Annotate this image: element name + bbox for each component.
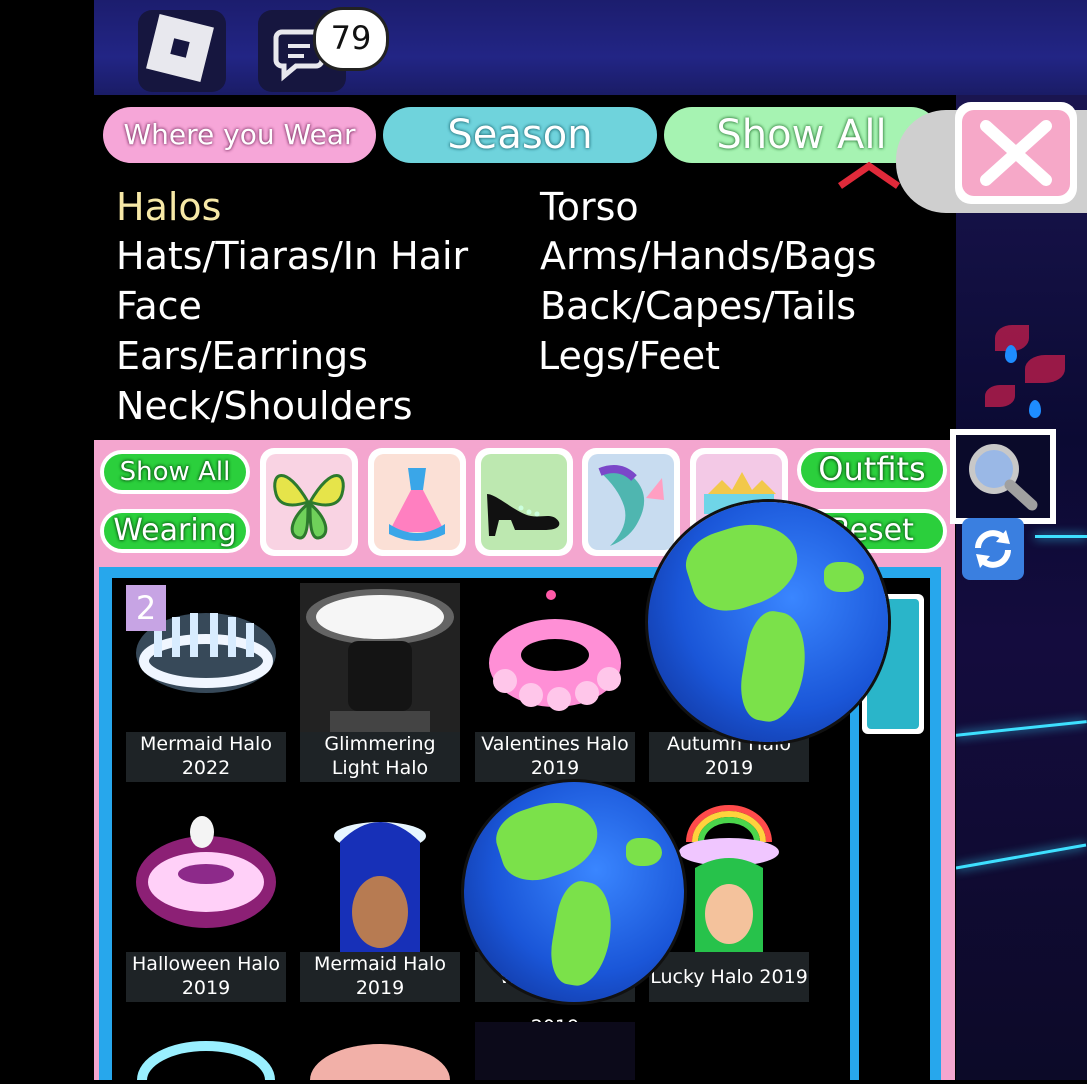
game-viewport-side (955, 95, 1087, 1080)
category-halos[interactable]: Halos (116, 185, 221, 229)
globe-icon (648, 502, 888, 742)
where-you-wear-filter[interactable]: Where you Wear (103, 107, 376, 163)
wings-category-tile[interactable] (260, 448, 358, 556)
item-label-halloween-halo-2019: Halloween Halo 2019 (126, 952, 286, 1002)
category-face[interactable]: Face (116, 284, 202, 328)
item-label-glimmering-light-halo: Glimmering Light Halo (300, 732, 460, 782)
item-image-valentines-halo-2019[interactable] (475, 583, 635, 733)
mermaid-tail-icon (598, 465, 664, 546)
shoes-category-tile[interactable] (475, 448, 573, 556)
wearing-button[interactable]: Wearing (100, 509, 250, 553)
category-ears-earrings[interactable]: Ears/Earrings (116, 334, 368, 378)
page-number-badge: 2 (126, 585, 166, 631)
dress-category-tile[interactable] (368, 448, 466, 556)
butterfly-wings-icon (273, 474, 345, 540)
item-label-mermaid-halo-2022: Mermaid Halo 2022 (126, 732, 286, 782)
search-icon (969, 444, 1038, 511)
item-image-halloween-halo-2019[interactable] (126, 802, 286, 952)
category-neck-shoulders[interactable]: Neck/Shoulders (116, 384, 413, 428)
game-viewport-top (94, 0, 1087, 95)
close-icon[interactable] (962, 110, 1070, 196)
dress-icon (389, 468, 445, 541)
category-hats-tiaras-in-hair[interactable]: Hats/Tiaras/In Hair (116, 234, 468, 278)
item-label-valentines-halo-2019: Valentines Halo 2019 (475, 732, 635, 782)
item-image-row3-3[interactable] (475, 1022, 635, 1080)
shoes-icon (487, 494, 560, 536)
category-torso[interactable]: Torso (540, 185, 639, 229)
category-arms-hands-bags[interactable]: Arms/Hands/Bags (540, 234, 877, 278)
item-image-mermaid-halo-2019[interactable] (300, 802, 460, 952)
chat-notification-badge: 79 (313, 7, 389, 71)
search-button[interactable] (950, 429, 1056, 524)
item-label-lucky-halo-2019: Lucky Halo 2019 (649, 952, 809, 1002)
category-legs-feet[interactable]: Legs/Feet (538, 334, 720, 378)
show-all-button[interactable]: Show All (100, 450, 250, 494)
chevron-up-icon (838, 161, 900, 189)
category-back-capes-tails[interactable]: Back/Capes/Tails (540, 284, 856, 328)
globe-icon (464, 782, 684, 1002)
refresh-icon (975, 530, 1011, 568)
tail-category-tile[interactable] (582, 448, 680, 556)
outfits-button[interactable]: Outfits (797, 448, 947, 492)
refresh-button[interactable] (962, 518, 1024, 580)
item-image-glimmering-light-halo[interactable] (300, 583, 460, 733)
item-image-row3-1[interactable] (126, 1022, 286, 1084)
item-label-mermaid-halo-2019: Mermaid Halo 2019 (300, 952, 460, 1002)
item-image-row3-2[interactable] (300, 1022, 460, 1084)
season-filter[interactable]: Season (383, 107, 657, 163)
